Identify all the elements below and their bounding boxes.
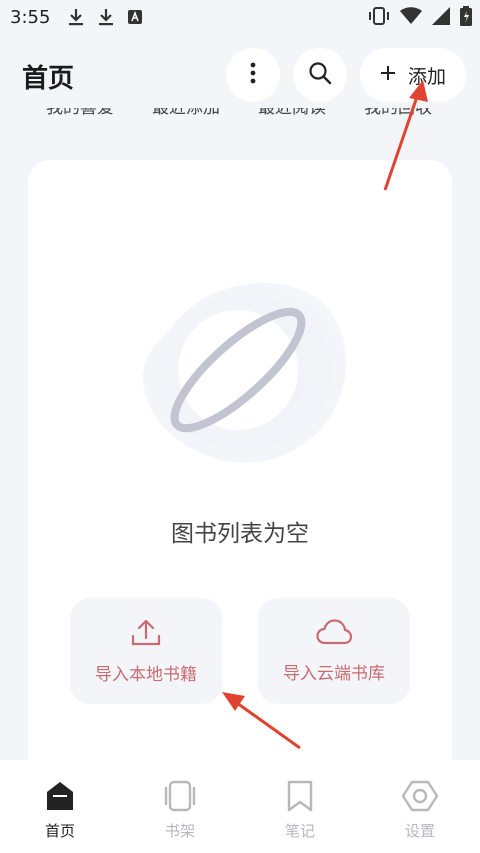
book-list-card: 图书列表为空 导入本地书籍 导入云端书库: [28, 160, 452, 780]
import-local-label: 导入本地书籍: [95, 664, 197, 685]
tab-recently-added[interactable]: 最近添加: [152, 108, 220, 118]
vibrate-icon: [368, 6, 390, 26]
battery-icon: [460, 6, 472, 26]
add-button-label: 添加: [407, 65, 446, 88]
bottom-nav: 首页 书架 笔记 设置: [0, 760, 480, 853]
plus-icon: [380, 65, 396, 85]
planet-empty-icon: [134, 270, 354, 474]
settings-icon: [401, 780, 439, 816]
empty-list-text: 图书列表为空: [171, 521, 309, 547]
status-time: 3:55: [10, 6, 51, 28]
page-title: 首页: [22, 64, 75, 94]
import-cloud-label: 导入云端书库: [283, 663, 385, 684]
tab-recycle[interactable]: 我的回收: [364, 108, 432, 118]
upload-icon: [131, 618, 161, 650]
download-icon: [98, 8, 114, 26]
nav-label-settings: 设置: [404, 822, 435, 840]
status-left-icons: [68, 8, 143, 26]
more-button[interactable]: [226, 48, 280, 102]
more-vertical-icon: [250, 62, 256, 88]
nav-item-settings[interactable]: 设置: [380, 780, 460, 841]
nav-label-home: 首页: [44, 822, 75, 840]
cloud-icon: [316, 618, 353, 649]
nav-label-notes: 笔记: [284, 822, 315, 840]
bookshelf-icon: [163, 780, 197, 816]
tab-recently-read[interactable]: 最近阅读: [258, 108, 326, 118]
nav-item-home[interactable]: 首页: [20, 780, 100, 841]
download-icon: [68, 8, 84, 26]
search-icon: [308, 61, 332, 89]
import-local-books-button[interactable]: 导入本地书籍: [70, 598, 222, 704]
status-right-icons: [368, 6, 472, 26]
import-cloud-library-button[interactable]: 导入云端书库: [258, 598, 410, 704]
search-button[interactable]: [293, 48, 347, 102]
add-button[interactable]: 添加: [360, 48, 466, 102]
nav-item-notes[interactable]: 笔记: [260, 780, 340, 841]
home-icon: [45, 780, 75, 816]
nav-item-bookshelf[interactable]: 书架: [140, 780, 220, 841]
category-tabs: 我的喜爱 最近添加 最近阅读 我的回收: [0, 108, 480, 130]
bookmark-icon: [286, 780, 314, 816]
font-icon: [128, 10, 143, 24]
tab-favorites[interactable]: 我的喜爱: [46, 108, 114, 118]
header: 首页 添加: [0, 44, 480, 108]
status-bar: 3:55: [0, 0, 480, 34]
wifi-icon: [400, 7, 422, 25]
signal-icon: [432, 7, 450, 25]
nav-label-bookshelf: 书架: [164, 822, 195, 840]
